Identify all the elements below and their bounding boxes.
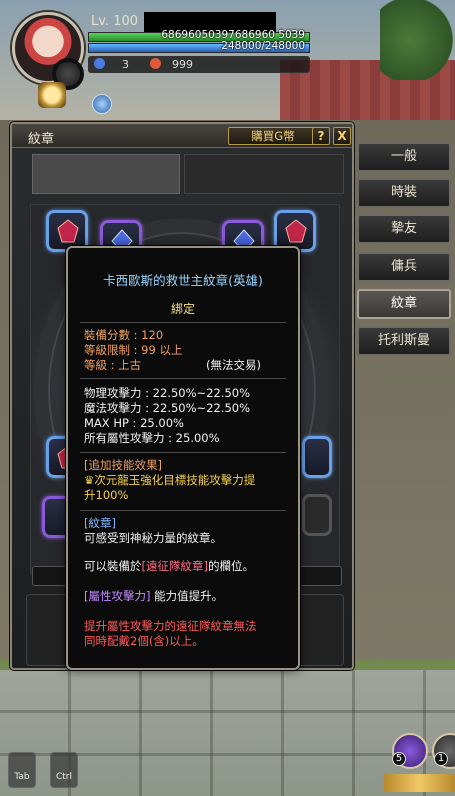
tab-avatar[interactable]: 時裝 [357, 178, 451, 208]
divider [80, 378, 286, 379]
redacted-field [32, 154, 180, 194]
emblem-slot[interactable] [302, 436, 332, 478]
skill-effect-line: ♛次元龍玉強化目標技能攻擊力提 [84, 473, 255, 488]
tab-talisman[interactable]: 托利斯曼 [357, 326, 451, 356]
equip-suffix: 的欄位。 [207, 559, 254, 573]
tab-key-label: Tab [14, 772, 30, 782]
skill-effect-header: [追加技能效果] [84, 458, 162, 472]
tab-emblem[interactable]: 紋章 [357, 289, 451, 319]
red-emblem-icon [57, 219, 79, 243]
tooltip-level-limit: 等級限制 : 99 以上 [84, 343, 183, 357]
tab-general[interactable]: 一般 [357, 142, 451, 172]
attribute-line: [屬性攻擊力] 能力值提升。 [84, 589, 223, 604]
divider [80, 452, 286, 453]
divider [80, 322, 286, 323]
ctrl-key-button[interactable] [50, 752, 78, 788]
help-button[interactable]: ? [312, 127, 330, 145]
buff-icon[interactable] [92, 94, 112, 114]
tooltip-score: 裝備分數 : 120 [84, 328, 164, 342]
skill-bullet-icon: ♛ [84, 473, 95, 487]
window-titlebar[interactable]: 紋章 購買G幣 ? X [12, 124, 352, 148]
coin-icon [150, 58, 161, 69]
equip-slot-line: 可以裝備於[遠征隊紋章]的欄位。 [84, 559, 254, 574]
tree [380, 0, 455, 80]
divider [80, 510, 286, 511]
tab-mercenary[interactable]: 傭兵 [357, 252, 451, 282]
attribute-header: [屬性攻擊力] [84, 589, 151, 603]
stat-line: 所有屬性攻擊力 : 25.00% [84, 431, 220, 445]
mp-text: 248000/248000 [221, 40, 305, 52]
warning-line: 同時配戴2個(含)以上。 [84, 634, 204, 648]
tab-buddy[interactable]: 摯友 [357, 214, 451, 244]
stat-line: 魔法攻擊力 : 22.50%~22.50% [84, 401, 251, 415]
skill-slot-number: 5 [392, 752, 406, 766]
stat-red-value: 999 [172, 58, 193, 71]
tab-key-button[interactable] [8, 752, 36, 788]
tooltip-item-name: 卡西歐斯的救世主紋章(英雄) [103, 273, 263, 288]
attribute-description: 能力值提升。 [150, 589, 224, 603]
stat-blue-value: 3 [122, 58, 129, 71]
skill-effect-line: 升100% [84, 488, 129, 502]
red-emblem-icon [285, 219, 307, 243]
stat-line: MAX HP : 25.00% [84, 416, 184, 430]
character-level: Lv. 100 [91, 14, 139, 29]
tooltip-grade: 等級 : 上古 [84, 358, 142, 372]
equip-slot-name: [遠征隊紋章] [141, 559, 208, 573]
emblem-description: 可感受到神秘力量的紋章。 [84, 531, 222, 545]
window-title: 紋章 [28, 132, 55, 147]
buy-gcoin-button[interactable]: 購買G幣 [228, 127, 318, 145]
skill-slot-number: 1 [434, 752, 448, 766]
tooltip-bind-status: 綁定 [170, 302, 195, 316]
equip-prefix: 可以裝備於 [84, 559, 142, 573]
item-tooltip: 卡西歐斯的救世主紋章(英雄) 綁定 裝備分數 : 120 等級限制 : 99 以… [66, 246, 300, 670]
close-button[interactable]: X [333, 127, 351, 145]
emblem-header: [紋章] [84, 516, 116, 530]
emblem-slot-empty[interactable] [302, 494, 332, 536]
lantern-icon [38, 82, 66, 108]
warning-line: 提升屬性攻擊力的遠征隊紋章無法 [84, 619, 257, 633]
tooltip-trade: (無法交易) [206, 358, 261, 372]
skill-effect-text: 次元龍玉強化目標技能攻擊力提 [94, 473, 256, 487]
skill-gauge [384, 774, 455, 792]
stat-line: 物理攻擊力 : 22.50%~22.50% [84, 386, 251, 400]
header-strip [184, 154, 344, 194]
fatigue-icon [94, 58, 105, 69]
ctrl-key-label: Ctrl [55, 772, 72, 782]
